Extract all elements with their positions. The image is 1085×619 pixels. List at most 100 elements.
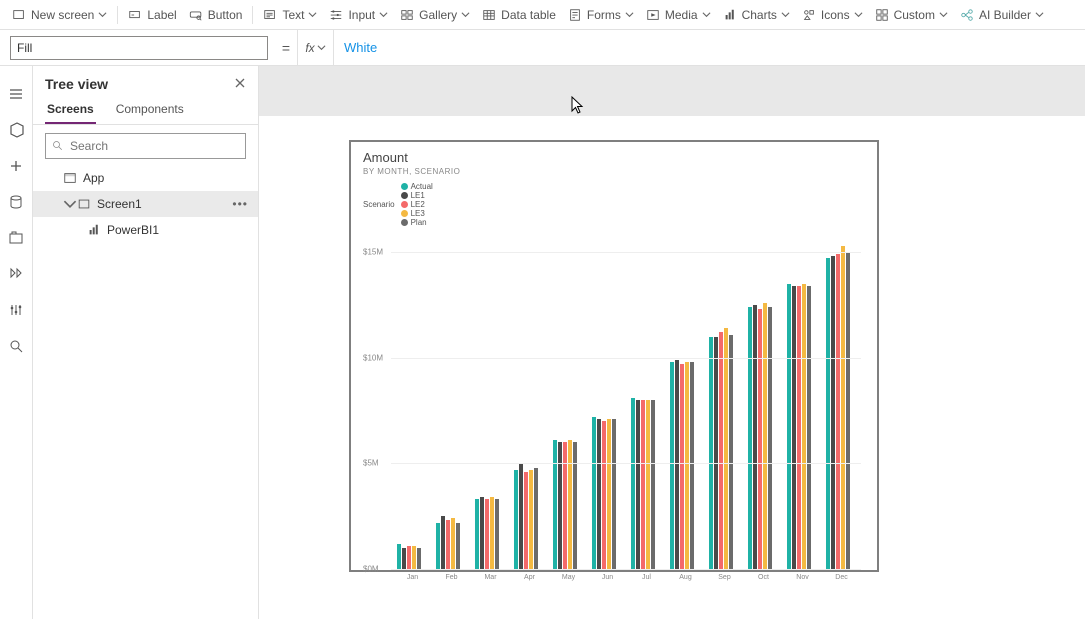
bar xyxy=(597,419,601,569)
bar xyxy=(495,499,499,569)
insert-icon[interactable] xyxy=(0,148,33,184)
ribbon-ai-builder[interactable]: AI Builder xyxy=(954,0,1050,29)
chevron-down-icon xyxy=(461,8,470,22)
bar xyxy=(758,309,762,569)
ribbon-new-screen[interactable]: New screen xyxy=(6,0,113,29)
data-icon[interactable] xyxy=(0,184,33,220)
canvas-screen[interactable]: Amount BY MONTH, SCENARIO Scenario Actua… xyxy=(259,116,1085,619)
more-icon[interactable]: ••• xyxy=(232,197,248,211)
tree-view-pane: Tree view Screens Components App xyxy=(33,66,259,619)
search-input[interactable] xyxy=(70,139,239,153)
bar xyxy=(753,305,757,569)
chevron-down-icon xyxy=(98,8,107,22)
bar xyxy=(490,497,494,569)
formula-bar: Fill = fx White xyxy=(0,30,1085,66)
ribbon-data-table[interactable]: Data table xyxy=(476,0,562,29)
bar xyxy=(480,497,484,569)
tree-view-icon[interactable] xyxy=(0,112,33,148)
search-icon[interactable] xyxy=(0,328,33,364)
ribbon-charts[interactable]: Charts xyxy=(717,0,796,29)
tree-node-screen1[interactable]: Screen1 ••• xyxy=(33,191,258,217)
ribbon-icons[interactable]: Icons xyxy=(796,0,869,29)
fx-button[interactable]: fx xyxy=(297,30,333,65)
datatable-icon xyxy=(482,8,496,22)
y-tick-label: $5M xyxy=(363,459,379,468)
x-tick-label: Nov xyxy=(787,574,818,581)
legend-item: Plan xyxy=(401,218,433,227)
property-name: Fill xyxy=(17,41,32,55)
chevron-down-icon[interactable] xyxy=(63,197,77,211)
bar xyxy=(412,546,416,569)
media-icon xyxy=(646,8,660,22)
gridline xyxy=(391,252,861,253)
tab-components[interactable]: Components xyxy=(114,96,186,124)
bar xyxy=(558,442,562,569)
x-tick-label: Sep xyxy=(709,574,740,581)
powerbi-control[interactable]: Amount BY MONTH, SCENARIO Scenario Actua… xyxy=(349,140,879,572)
y-tick-label: $15M xyxy=(363,248,383,257)
tree-node-powerbi1[interactable]: PowerBI1 xyxy=(33,217,258,243)
x-tick-label: Apr xyxy=(514,574,545,581)
ribbon-forms[interactable]: Forms xyxy=(562,0,640,29)
gridline xyxy=(391,463,861,464)
icons-icon xyxy=(802,8,816,22)
text-icon xyxy=(263,8,277,22)
gallery-icon xyxy=(400,8,414,22)
tree-node-app[interactable]: App xyxy=(33,165,258,191)
bar xyxy=(402,548,406,569)
input-icon xyxy=(329,8,343,22)
property-dropdown[interactable]: Fill xyxy=(10,36,268,60)
ribbon-gallery[interactable]: Gallery xyxy=(394,0,476,29)
canvas-area[interactable]: Amount BY MONTH, SCENARIO Scenario Actua… xyxy=(259,66,1085,619)
tree-tabs: Screens Components xyxy=(33,96,258,125)
chevron-down-icon xyxy=(379,8,388,22)
bar xyxy=(534,468,538,569)
ribbon-button[interactable]: Button xyxy=(183,0,249,29)
bar xyxy=(670,362,674,569)
ribbon-label[interactable]: Label xyxy=(122,0,182,29)
legend-item: LE2 xyxy=(401,200,433,209)
button-icon xyxy=(189,8,203,22)
charts-icon xyxy=(723,8,737,22)
bar xyxy=(397,544,401,569)
bar xyxy=(631,398,635,569)
chevron-down-icon xyxy=(625,8,634,22)
x-tick-label: Oct xyxy=(748,574,779,581)
ribbon-custom[interactable]: Custom xyxy=(869,0,954,29)
formula-input[interactable]: White xyxy=(333,30,1085,65)
ribbon-input[interactable]: Input xyxy=(323,0,394,29)
bar xyxy=(724,328,728,569)
x-tick-label: May xyxy=(553,574,584,581)
bar xyxy=(792,286,796,569)
bar xyxy=(719,332,723,569)
bar xyxy=(485,499,489,569)
x-tick-label: Jan xyxy=(397,574,428,581)
close-icon[interactable] xyxy=(234,77,246,92)
bar xyxy=(436,523,440,569)
forms-icon xyxy=(568,8,582,22)
bar xyxy=(407,546,411,569)
bar xyxy=(456,523,460,569)
settings-icon[interactable] xyxy=(0,292,33,328)
y-tick-label: $10M xyxy=(363,353,383,362)
tab-screens[interactable]: Screens xyxy=(45,96,96,124)
bar xyxy=(563,442,567,569)
bar xyxy=(836,254,840,569)
bar xyxy=(514,470,518,569)
media-icon[interactable] xyxy=(0,220,33,256)
bar xyxy=(714,337,718,569)
advanced-tools-icon[interactable] xyxy=(0,256,33,292)
ribbon-media[interactable]: Media xyxy=(640,0,717,29)
bar xyxy=(841,246,845,569)
bar xyxy=(592,417,596,569)
tree-search[interactable] xyxy=(45,133,246,159)
hamburger-icon[interactable] xyxy=(0,76,33,112)
chart-legend: Scenario ActualLE1LE2LE3Plan xyxy=(363,182,865,227)
bar xyxy=(641,400,645,569)
bar xyxy=(602,421,606,569)
legend-item: LE1 xyxy=(401,191,433,200)
ribbon-text[interactable]: Text xyxy=(257,0,323,29)
bar xyxy=(797,286,801,569)
bar xyxy=(787,284,791,569)
equals-sign: = xyxy=(275,40,297,56)
